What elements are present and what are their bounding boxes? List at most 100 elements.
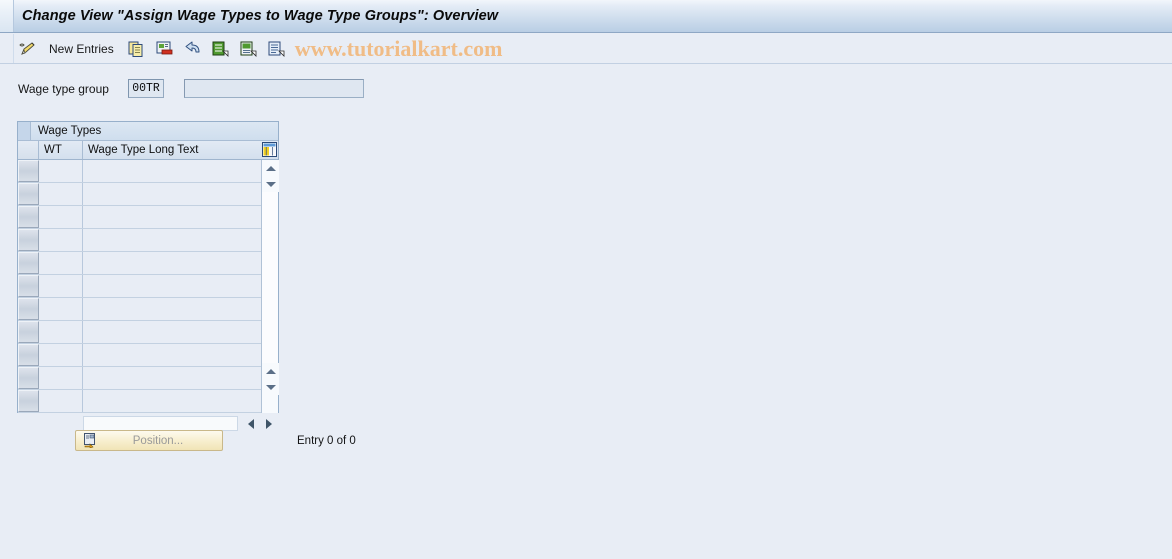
titlebar-left-edge <box>0 0 14 32</box>
details-button[interactable] <box>263 37 291 61</box>
table-row[interactable] <box>18 229 278 252</box>
scroll-down-top-button[interactable] <box>262 176 279 192</box>
copy-button[interactable] <box>123 37 151 61</box>
deselect-all-icon <box>238 39 260 59</box>
row-select-button[interactable] <box>18 344 39 366</box>
table-column-header-row: WT Wage Type Long Text <box>18 141 278 160</box>
scroll-up-bottom-button[interactable] <box>262 363 279 379</box>
column-header-wt[interactable]: WT <box>39 141 83 159</box>
select-all-rows-header-cell[interactable] <box>18 141 39 159</box>
table-row[interactable] <box>18 206 278 229</box>
table-row[interactable] <box>18 183 278 206</box>
cell-wt[interactable] <box>39 160 83 182</box>
table-row[interactable] <box>18 160 278 183</box>
cell-wage-type-long-text[interactable] <box>83 367 278 389</box>
table-body <box>18 160 279 413</box>
vertical-scroll-track[interactable] <box>262 192 278 363</box>
chevron-down-icon <box>265 384 276 390</box>
cell-wage-type-long-text[interactable] <box>83 298 278 320</box>
row-select-button[interactable] <box>18 229 39 251</box>
row-select-button[interactable] <box>18 252 39 274</box>
cell-wt[interactable] <box>39 344 83 366</box>
wage-types-panel-header: Wage Types <box>18 122 278 141</box>
site-watermark: www.tutorialkart.com <box>294 35 503 61</box>
table-row[interactable] <box>18 298 278 321</box>
cell-wage-type-long-text[interactable] <box>83 275 278 297</box>
wage-type-group-description-input[interactable] <box>184 79 364 98</box>
page-title: Change View "Assign Wage Types to Wage T… <box>22 8 499 24</box>
table-row[interactable] <box>18 344 278 367</box>
undo-button[interactable] <box>179 37 207 61</box>
scroll-down-bottom-button[interactable] <box>262 379 279 395</box>
window-title-bar: Change View "Assign Wage Types to Wage T… <box>0 0 1172 33</box>
row-select-button[interactable] <box>18 390 39 412</box>
position-button[interactable]: Position... <box>75 430 223 451</box>
table-rows-container <box>18 160 278 413</box>
wage-types-table-panel: Wage Types WT Wage Type Long Text <box>17 121 279 434</box>
column-header-long-text-label: Wage Type Long Text <box>88 144 199 156</box>
select-all-icon <box>210 39 232 59</box>
table-footer: Position... Entry 0 of 0 <box>75 430 356 451</box>
entry-counter: Entry 0 of 0 <box>297 434 356 447</box>
cell-wt[interactable] <box>39 275 83 297</box>
wage-type-group-field-row: Wage type group 00TR <box>18 79 364 98</box>
cell-wage-type-long-text[interactable] <box>83 160 278 182</box>
wage-types-panel-title: Wage Types <box>38 125 102 137</box>
chevron-left-icon <box>248 418 254 429</box>
wage-type-group-input[interactable]: 00TR <box>128 79 164 98</box>
table-row[interactable] <box>18 367 278 390</box>
cell-wt[interactable] <box>39 321 83 343</box>
details-icon <box>266 39 288 59</box>
row-select-button[interactable] <box>18 298 39 320</box>
cell-wage-type-long-text[interactable] <box>83 252 278 274</box>
cell-wt[interactable] <box>39 390 83 412</box>
table-row[interactable] <box>18 252 278 275</box>
delete-button[interactable] <box>151 37 179 61</box>
cell-wage-type-long-text[interactable] <box>83 183 278 205</box>
table-row[interactable] <box>18 275 278 298</box>
new-entries-label: New Entries <box>49 41 114 56</box>
position-button-label: Position... <box>132 434 184 447</box>
table-vertical-scrollbar[interactable] <box>261 160 279 413</box>
cell-wt[interactable] <box>39 367 83 389</box>
cell-wt[interactable] <box>39 206 83 228</box>
cell-wage-type-long-text[interactable] <box>83 229 278 251</box>
display-change-button[interactable] <box>14 37 42 61</box>
deselect-all-button[interactable] <box>235 37 263 61</box>
cell-wage-type-long-text[interactable] <box>83 390 278 412</box>
new-entries-button[interactable]: New Entries <box>42 37 123 61</box>
cell-wage-type-long-text[interactable] <box>83 321 278 343</box>
application-toolbar: New Entries www.tutorialkart.com <box>0 34 1172 64</box>
undo-icon <box>182 39 204 59</box>
cell-wt[interactable] <box>39 298 83 320</box>
copy-icon <box>126 39 148 59</box>
select-all-button[interactable] <box>207 37 235 61</box>
row-select-button[interactable] <box>18 160 39 182</box>
row-select-button[interactable] <box>18 183 39 205</box>
chevron-down-icon <box>265 181 276 187</box>
horizontal-scroll-track[interactable] <box>83 416 238 431</box>
wage-type-group-label: Wage type group <box>18 81 109 96</box>
toolbar-left-edge <box>0 34 14 63</box>
cell-wt[interactable] <box>39 183 83 205</box>
display-change-pencil-icon <box>17 39 39 59</box>
row-select-button[interactable] <box>18 206 39 228</box>
panel-header-tab-edge <box>18 122 31 140</box>
row-select-button[interactable] <box>18 275 39 297</box>
row-select-button[interactable] <box>18 367 39 389</box>
column-header-wage-type-long-text[interactable]: Wage Type Long Text <box>83 141 278 159</box>
row-select-button[interactable] <box>18 321 39 343</box>
cell-wt[interactable] <box>39 252 83 274</box>
table-row[interactable] <box>18 321 278 344</box>
cell-wage-type-long-text[interactable] <box>83 206 278 228</box>
chevron-up-icon <box>265 165 276 171</box>
table-row[interactable] <box>18 390 278 413</box>
chevron-up-icon <box>265 368 276 374</box>
chevron-right-icon <box>266 418 272 429</box>
position-icon <box>80 431 102 451</box>
table-settings-icon[interactable] <box>262 142 277 157</box>
cell-wt[interactable] <box>39 229 83 251</box>
delete-icon <box>154 39 176 59</box>
scroll-up-top-button[interactable] <box>262 160 279 176</box>
cell-wage-type-long-text[interactable] <box>83 344 278 366</box>
